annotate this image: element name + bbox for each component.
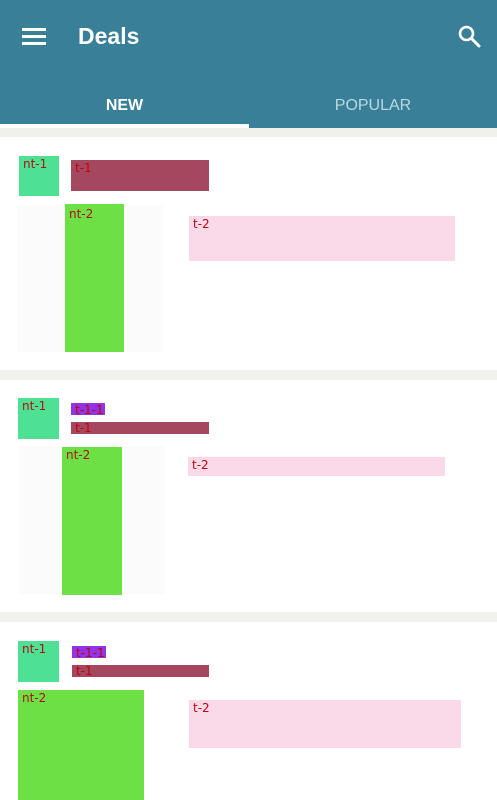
deal-card[interactable]: nt-1 t-1 nt-2 t-2 (0, 137, 497, 370)
avatar-label: nt-1 (23, 157, 48, 171)
deal-image-label: nt-2 (22, 691, 47, 705)
deal-title[interactable]: t-1 (72, 665, 209, 677)
deal-tag-label: t-1-1 (76, 646, 105, 660)
page-title: Deals (78, 23, 140, 49)
deal-title-label: t-1 (75, 161, 92, 175)
tab-popular-label: POPULAR (334, 97, 412, 114)
deal-image[interactable]: nt-2 (18, 690, 144, 800)
deal-tag: t-1-1 (72, 646, 106, 660)
avatar: nt-1 (18, 641, 59, 682)
avatar: nt-1 (18, 398, 59, 439)
deal-description-label: t-2 (193, 701, 210, 715)
deal-image-label: nt-2 (69, 207, 94, 221)
deal-description-label: t-2 (192, 458, 209, 472)
deal-tag-label: t-1-1 (75, 403, 104, 417)
deal-title[interactable]: t-1 (71, 160, 209, 191)
deal-description: t-2 (188, 457, 445, 476)
deal-description: t-2 (189, 700, 461, 748)
deal-image-label: nt-2 (66, 448, 91, 462)
deal-image[interactable]: nt-2 (62, 447, 122, 595)
deal-title[interactable]: t-1 (71, 422, 209, 434)
deal-title-label: t-1 (75, 421, 92, 435)
tab-popular[interactable]: POPULAR (249, 84, 497, 128)
deal-description-label: t-2 (193, 217, 210, 231)
avatar-label: nt-1 (22, 642, 47, 656)
deal-tag: t-1-1 (71, 403, 105, 417)
avatar-label: nt-1 (22, 399, 47, 413)
deal-title-label: t-1 (76, 664, 93, 678)
tab-new-label: NEW (105, 97, 144, 114)
hamburger-menu-icon (22, 28, 46, 45)
app-bar: Deals NEW POPULAR (0, 0, 497, 128)
search-icon (458, 25, 481, 48)
deal-card[interactable]: nt-1 t-1-1 t-1 nt-2 t-2 (0, 380, 497, 612)
tab-new[interactable]: NEW (0, 84, 249, 128)
menu-button[interactable] (12, 14, 56, 58)
search-button[interactable] (447, 14, 491, 58)
deal-card[interactable]: nt-1 t-1-1 t-1 nt-2 t-2 (0, 622, 497, 800)
deal-image[interactable]: nt-2 (65, 204, 124, 352)
deal-description: t-2 (189, 216, 455, 261)
tab-indicator (0, 124, 249, 128)
avatar: nt-1 (19, 156, 59, 196)
